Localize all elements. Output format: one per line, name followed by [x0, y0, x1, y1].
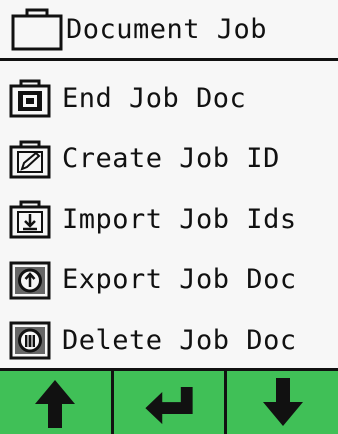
- menu-item-end-job-doc[interactable]: End Job Doc: [0, 68, 338, 129]
- delete-disc-icon: [9, 321, 51, 360]
- menu-item-label: Export Job Doc: [62, 264, 297, 296]
- down-button[interactable]: [227, 371, 338, 434]
- export-disc-icon: [9, 261, 51, 300]
- page-title: Document Job: [66, 13, 268, 45]
- enter-button[interactable]: [114, 371, 228, 434]
- briefcase-import-icon: [9, 200, 51, 239]
- menu-item-label: Import Job Ids: [62, 203, 297, 235]
- screen-header: Document Job: [0, 0, 338, 58]
- menu-item-label: Create Job ID: [62, 143, 280, 175]
- briefcase-edit-icon: [9, 140, 51, 179]
- menu-item-label: Delete Job Doc: [62, 324, 297, 356]
- menu-item-import-job-ids[interactable]: Import Job Ids: [0, 189, 338, 250]
- softkey-bar: [0, 371, 338, 434]
- menu-item-create-job-id[interactable]: Create Job ID: [0, 129, 338, 190]
- menu-item-label: End Job Doc: [62, 82, 247, 114]
- briefcase-stop-icon: [9, 79, 51, 118]
- up-button[interactable]: [0, 371, 114, 434]
- header-divider: [0, 58, 338, 61]
- enter-icon: [145, 386, 193, 424]
- briefcase-icon: [11, 8, 63, 51]
- menu-item-export-job-doc[interactable]: Export Job Doc: [0, 250, 338, 311]
- arrow-up-icon: [35, 379, 76, 428]
- menu-item-delete-job-doc[interactable]: Delete Job Doc: [0, 310, 338, 371]
- arrow-down-icon: [262, 377, 303, 426]
- job-menu: End Job Doc Create Job ID Import Job Ids: [0, 68, 338, 371]
